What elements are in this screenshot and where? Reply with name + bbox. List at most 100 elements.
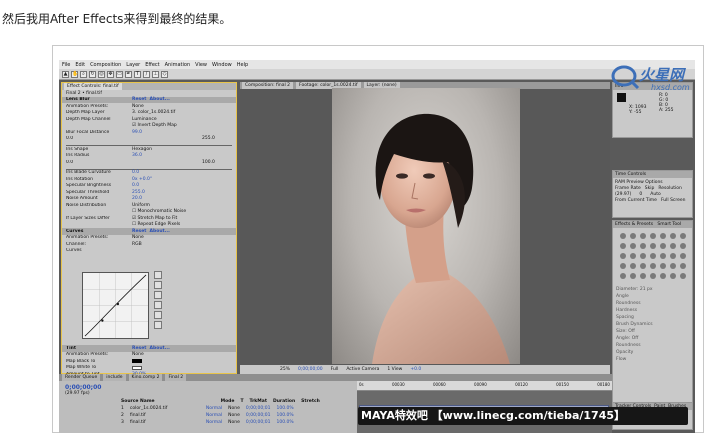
curves-preset-select[interactable]: None (132, 235, 144, 240)
tab-effect-controls[interactable]: Effect Controls: final.tif (64, 83, 122, 90)
right-panel-column: Info R: 0 G: 0 B: 0 A: 255 X: 1093 Y: -5… (612, 82, 693, 432)
depth-map-layer-select[interactable]: 3. color_1s.0024.tif (132, 110, 175, 115)
zoom-tool-icon[interactable]: ⌕ (80, 70, 87, 78)
tint-title: Tint (66, 345, 76, 351)
timeline-layer-row[interactable]: 2 final.tif Normal None 0;00;00;01 100.0… (59, 412, 356, 418)
camera-select[interactable]: Active Camera (346, 367, 379, 372)
layer-mode-select[interactable]: Normal (206, 420, 222, 425)
camera-tool-icon[interactable]: ◎ (98, 70, 105, 78)
tab-render-queue[interactable]: Render Queue (62, 374, 101, 381)
text-tool-icon[interactable]: T (134, 70, 141, 78)
curve-pencil-tool-icon[interactable] (154, 281, 162, 289)
timeline-column-headers: Source Name Mode T TrkMat Duration Stret… (121, 398, 320, 404)
timeline-current-time[interactable]: 0;00;00;00 (65, 384, 101, 391)
tab-composition[interactable]: Composition: final 2 (242, 82, 294, 89)
timeline-layer-row[interactable]: 3 final.tif Normal None 0;00;00;01 100.0… (59, 419, 356, 425)
iris-rotation-value[interactable]: 0x +0.0° (132, 177, 152, 182)
menu-help[interactable]: Help (237, 62, 248, 68)
pen-tool-icon[interactable]: ✒ (125, 70, 132, 78)
eraser-tool-icon[interactable]: ◇ (161, 70, 168, 78)
specular-brightness-value[interactable]: 0.0 (132, 183, 139, 188)
menu-window[interactable]: Window (212, 62, 232, 68)
zoom-select[interactable]: 25% (280, 367, 290, 372)
tint-about[interactable]: About... (150, 346, 170, 351)
layer-mode-select[interactable]: Normal (206, 406, 222, 411)
exposure-value[interactable]: +0.0 (410, 367, 421, 372)
current-time-display[interactable]: 0;00;00;00 (298, 367, 323, 372)
effect-controls-tab-bar: Effect Controls: final.tif (62, 83, 236, 90)
lens-blur-preset-select[interactable]: None (132, 104, 144, 109)
depth-map-channel-select[interactable]: Luminance (132, 117, 157, 122)
angle-dynamics-select[interactable]: Off (632, 336, 639, 341)
layer-trkmat-select[interactable]: None (228, 420, 240, 425)
curve-save-icon[interactable] (154, 301, 162, 309)
tab-include[interactable]: include (103, 374, 126, 381)
menu-animation[interactable]: Animation (165, 62, 191, 68)
specular-threshold-value[interactable]: 255.0 (132, 190, 145, 195)
tab-final-2[interactable]: Final 2 (165, 374, 187, 381)
hxsd-logo: 火星网 hxsd.com (611, 65, 690, 92)
menu-view[interactable]: View (195, 62, 207, 68)
portrait-render (332, 88, 520, 364)
selection-tool-icon[interactable]: ▲ (62, 70, 69, 78)
lens-blur-about[interactable]: About... (150, 97, 170, 102)
curve-open-icon[interactable] (154, 291, 162, 299)
view-layout-select[interactable]: 1 View (387, 367, 402, 372)
tab-smart-tool[interactable]: Smart Tool (657, 222, 681, 227)
curves-label-row: Curves (66, 248, 82, 254)
map-white-swatch[interactable] (132, 365, 142, 370)
noise-amount-value[interactable]: 20.0 (132, 196, 142, 201)
hand-tool-icon[interactable]: ✋ (71, 70, 78, 78)
resolution-select[interactable]: Full (331, 367, 339, 372)
rotate-tool-icon[interactable]: ↻ (89, 70, 96, 78)
article-caption: 然后我用After Effects来得到最终的结果。 (2, 12, 232, 26)
composition-footer-bar: 25% 0;00;00;00 Full Active Camera 1 View… (240, 365, 610, 374)
curves-about[interactable]: About... (150, 229, 170, 234)
map-black-swatch[interactable] (132, 359, 142, 364)
timeline-layer-row[interactable]: 1 color_1s.0024.tif Normal None 0;00;00;… (59, 405, 356, 411)
from-current-checkbox[interactable]: From Current Time (615, 198, 657, 204)
menu-composition[interactable]: Composition (90, 62, 121, 68)
curves-reset[interactable]: Reset (132, 229, 146, 234)
info-values: R: 0 G: 0 B: 0 A: 255 (659, 93, 674, 113)
iris-radius-value[interactable]: 36.0 (132, 153, 142, 158)
blur-focal-distance-value[interactable]: 99.0 (132, 130, 142, 135)
brush-tool-icon[interactable]: / (143, 70, 150, 78)
tint-section: Tint Reset About... Animation Presets: N… (62, 345, 236, 378)
effect-controls-panel: Effect Controls: final.tif Final 2 • fin… (61, 82, 237, 377)
curve-smooth-icon[interactable] (154, 311, 162, 319)
tint-reset[interactable]: Reset (132, 346, 146, 351)
layer-name[interactable]: final.tif (130, 420, 200, 425)
brush-diameter-value[interactable]: 21 px (640, 287, 653, 292)
brush-settings: Diameter: 21 px Angle Roundness Hardness… (616, 287, 653, 362)
timeline-ruler[interactable]: 0s 00030 00060 00090 00120 00150 00180 (357, 381, 612, 391)
iris-blade-value[interactable]: 0.0 (132, 170, 139, 175)
pan-tool-icon[interactable]: ✥ (107, 70, 114, 78)
lens-blur-reset[interactable]: Reset (132, 97, 146, 102)
iris-shape-select[interactable]: Hexagon (132, 147, 152, 152)
curves-channel-select[interactable]: RGB (132, 242, 142, 247)
mask-tool-icon[interactable]: ▭ (116, 70, 123, 78)
size-dynamics-select[interactable]: Off (628, 329, 635, 334)
tint-preset-select[interactable]: None (132, 352, 144, 357)
curve-point-tool-icon[interactable] (154, 271, 162, 279)
menu-file[interactable]: File (62, 62, 70, 68)
brush-preset-grid[interactable] (613, 228, 692, 284)
layer-name[interactable]: color_1s.0024.tif (130, 406, 200, 411)
layer-trkmat-select[interactable]: None (228, 406, 240, 411)
effects-presets-panel: Effects & Presets Smart Tool Diameter: 2… (612, 220, 693, 430)
menu-edit[interactable]: Edit (75, 62, 85, 68)
menu-layer[interactable]: Layer (126, 62, 140, 68)
layer-name[interactable]: final.tif (130, 413, 200, 418)
full-screen-checkbox[interactable]: Full Screen (661, 198, 686, 204)
noise-distribution-select[interactable]: Uniform (132, 203, 150, 208)
tab-kino-comp[interactable]: Kino.comp 2 (128, 374, 163, 381)
curves-graph[interactable] (82, 272, 149, 339)
clone-tool-icon[interactable]: ⊥ (152, 70, 159, 78)
curve-reset-icon[interactable] (154, 321, 162, 329)
layer-mode-select[interactable]: Normal (206, 413, 222, 418)
layer-trkmat-select[interactable]: None (228, 413, 240, 418)
menu-effect[interactable]: Effect (145, 62, 159, 68)
timeline-fps: (29.97 fps) (65, 391, 90, 396)
tab-effects-presets[interactable]: Effects & Presets (615, 222, 653, 227)
